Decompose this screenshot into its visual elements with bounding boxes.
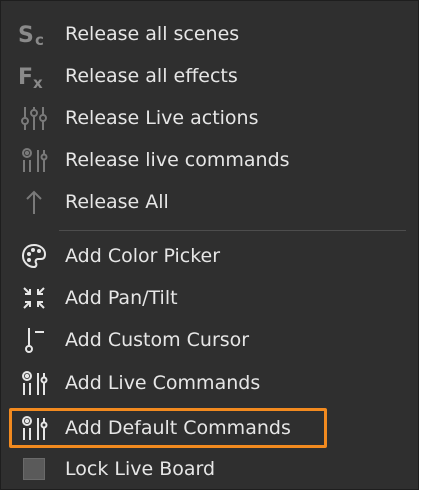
menu-item-add-live-commands[interactable]: Add Live Commands [1, 362, 418, 404]
svg-text:F: F [18, 65, 33, 90]
live-commands-icon [15, 145, 53, 175]
menu-item-label: Release live commands [65, 149, 290, 171]
scenes-icon: S c [15, 19, 53, 49]
menu-item-label: Release Live actions [65, 107, 259, 129]
lock-live-board-checkbox[interactable] [23, 458, 45, 480]
menu-item-label: Release All [65, 191, 169, 213]
cursor-icon [15, 325, 53, 355]
menu-item-label: Add Color Picker [65, 245, 221, 267]
effects-icon: F x [15, 61, 53, 91]
arrow-up-icon [15, 187, 53, 217]
menu-item-release-live-commands[interactable]: Release live commands [1, 139, 418, 181]
svg-text:x: x [33, 74, 43, 90]
menu-item-label: Lock Live Board [65, 458, 216, 480]
menu-item-label: Release all scenes [65, 23, 240, 45]
live-commands-icon [15, 368, 53, 398]
menu-item-release-live-actions[interactable]: Release Live actions [1, 97, 418, 139]
menu-item-label: Add Live Commands [65, 372, 261, 394]
menu-item-add-color-picker[interactable]: Add Color Picker [1, 235, 418, 277]
menu-item-label: Release all effects [65, 65, 238, 87]
palette-icon [15, 241, 53, 271]
menu-item-release-all-effects[interactable]: F x Release all effects [1, 55, 418, 97]
menu-item-add-default-commands[interactable]: Add Default Commands [1, 407, 418, 449]
menu-item-lock-live-board[interactable]: Lock Live Board [1, 448, 418, 490]
checkbox-icon[interactable] [15, 454, 53, 484]
menu-item-add-pan-tilt[interactable]: Add Pan/Tilt [1, 277, 418, 319]
pan-tilt-icon [15, 283, 53, 313]
menu-separator [59, 230, 406, 231]
menu-item-release-all-scenes[interactable]: S c Release all scenes [1, 13, 418, 55]
menu-item-add-custom-cursor[interactable]: Add Custom Cursor [1, 319, 418, 361]
menu-item-label: Add Default Commands [65, 417, 291, 439]
svg-text:c: c [35, 31, 44, 48]
default-commands-icon [15, 413, 53, 443]
menu-item-label: Add Pan/Tilt [65, 287, 178, 309]
menu-item-label: Add Custom Cursor [65, 329, 250, 351]
svg-text:S: S [18, 23, 34, 48]
context-menu: S c Release all scenes F x Release all e… [0, 0, 419, 490]
live-actions-icon [15, 103, 53, 133]
menu-item-release-all[interactable]: Release All [1, 181, 418, 223]
